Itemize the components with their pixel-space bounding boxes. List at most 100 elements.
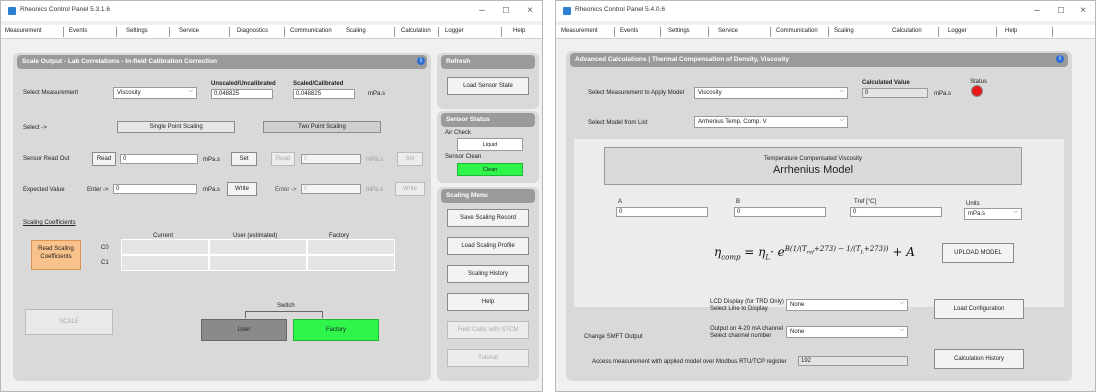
menu-settings[interactable]: Settings	[126, 28, 148, 34]
readout-input[interactable]: 0	[120, 154, 198, 164]
title-bar[interactable]: Rheonics Control Panel 5.4.0.6 – ☐ ×	[556, 1, 1095, 21]
scaled-value: 0.048825	[293, 89, 355, 99]
field-calib-button[interactable]: Field Calib. with STCM	[447, 321, 529, 339]
tutorial-button[interactable]: Tutorial	[447, 349, 529, 367]
chevron-down-icon: ⌵	[1013, 209, 1018, 215]
model-area: Temperature Compensated Viscosity Arrhen…	[574, 139, 1064, 307]
c0-factory	[307, 239, 395, 255]
save-scaling-record-button[interactable]: Save Scaling Record	[447, 209, 529, 227]
app-icon	[8, 7, 16, 15]
minimize-icon[interactable]: –	[471, 4, 493, 18]
write-button-2[interactable]: Write	[395, 182, 425, 196]
menu-calculation[interactable]: Calculation	[892, 28, 922, 34]
air-check-label: Air Check	[445, 130, 472, 136]
menu-diagnostics[interactable]: Diagnostics	[237, 28, 268, 34]
read-button-2[interactable]: Read	[271, 152, 295, 166]
tref-input[interactable]: 0	[850, 207, 942, 217]
menu-help[interactable]: Help	[513, 28, 525, 34]
output-select[interactable]: None ⌵	[786, 326, 908, 338]
menu-help[interactable]: Help	[1005, 28, 1017, 34]
menu-logger[interactable]: Logger	[445, 28, 464, 34]
menu-service[interactable]: Service	[179, 28, 199, 34]
a-input[interactable]: 0	[616, 207, 708, 217]
window-title: Rheonics Control Panel 5.4.0.6	[575, 6, 665, 13]
load-configuration-button[interactable]: Load Configuration	[934, 299, 1024, 319]
lcd-select-value: None	[790, 302, 805, 308]
menu-communication[interactable]: Communication	[776, 28, 818, 34]
scaling-coefficients-title: Scaling Coefficients	[23, 220, 76, 226]
units-select[interactable]: mPa.s ⌵	[964, 208, 1022, 220]
a-label: A	[618, 199, 623, 205]
menu-measurement[interactable]: Measurement	[5, 28, 42, 34]
help-button[interactable]: Help	[447, 293, 529, 311]
change-output-label: Change SMFT Output	[584, 334, 643, 340]
switch-bracket	[245, 311, 323, 318]
tref-label: Tref [°C]	[854, 199, 877, 205]
menu-bar: Measurement Events Settings Service Diag…	[1, 25, 542, 39]
close-icon[interactable]: ×	[1072, 4, 1094, 18]
lcd-label-1: LCD Display (for TRD Only)	[710, 299, 784, 305]
info-icon[interactable]: i	[417, 57, 425, 65]
menu-scaling[interactable]: Scaling	[346, 28, 366, 34]
model-select[interactable]: Arrhenius Temp. Comp. V ⌵	[694, 116, 848, 128]
menu-communication[interactable]: Communication	[290, 28, 332, 34]
user-switch-button[interactable]: User	[201, 319, 287, 341]
upload-model-button[interactable]: UPLOAD MODEL	[942, 243, 1014, 263]
close-icon[interactable]: ×	[519, 4, 541, 18]
unscaled-label: Unscaled/Uncalibrated	[211, 81, 276, 87]
two-point-scaling-button[interactable]: Two Point Scaling	[263, 121, 381, 133]
maximize-icon[interactable]: ☐	[495, 4, 517, 18]
load-sensor-state-button[interactable]: Load Sensor State	[447, 77, 529, 95]
measurement-select[interactable]: Viscosity ⌵	[694, 87, 848, 99]
panel-header: Advanced Calculations | Thermal Compensa…	[570, 53, 1068, 67]
load-scaling-profile-button[interactable]: Load Scaling Profile	[447, 237, 529, 255]
panel-header: Scale Output - Lab Correlations - In-fie…	[17, 55, 427, 69]
unit-label: mPa.s	[366, 157, 384, 163]
unit-label: mPa.s	[366, 187, 384, 193]
calculation-history-button[interactable]: Calculation History	[934, 349, 1024, 369]
b-label: B	[736, 199, 741, 205]
window-title: Rheonics Control Panel 5.3.1.6	[20, 6, 110, 13]
info-icon[interactable]: i	[1056, 55, 1064, 63]
c1-label: C1	[101, 260, 109, 266]
single-point-scaling-button[interactable]: Single Point Scaling	[117, 121, 235, 133]
status-led	[972, 86, 982, 96]
units-select-value: mPa.s	[968, 211, 986, 217]
minimize-icon[interactable]: –	[1026, 4, 1048, 18]
output-select-value: None	[790, 329, 805, 335]
menu-scaling[interactable]: Scaling	[834, 28, 854, 34]
write-button[interactable]: Write	[227, 182, 257, 196]
maximize-icon[interactable]: ☐	[1050, 4, 1072, 18]
scaling-history-button[interactable]: Scaling History	[447, 265, 529, 283]
b-input[interactable]: 0	[734, 207, 826, 217]
menu-calculation[interactable]: Calculation	[401, 28, 431, 34]
menu-settings[interactable]: Settings	[668, 28, 690, 34]
output-label-2: Select channel number	[710, 333, 772, 339]
factory-switch-button[interactable]: Factory	[293, 319, 379, 341]
menu-events[interactable]: Events	[620, 28, 638, 34]
sensor-status-header: Sensor Status	[441, 113, 535, 127]
scale-button[interactable]: SCALE	[25, 309, 113, 335]
status-label: Status	[970, 79, 988, 85]
expected-input[interactable]: 0	[113, 184, 197, 194]
menu-measurement[interactable]: Measurement	[561, 28, 598, 34]
menu-service[interactable]: Service	[718, 28, 738, 34]
model-list-label: Select Model from List	[588, 120, 648, 126]
set-button[interactable]: Set	[231, 152, 257, 166]
readout-input-2[interactable]: 0	[301, 154, 361, 164]
lcd-label-2: Select Line to Display	[710, 306, 768, 312]
measurement-select[interactable]: Viscosity ⌵	[113, 87, 197, 99]
set-button-2[interactable]: Set	[397, 152, 423, 166]
app-icon	[563, 7, 571, 15]
read-button[interactable]: Read	[92, 152, 116, 166]
menu-logger[interactable]: Logger	[948, 28, 967, 34]
calculated-value-label: Calculated Value	[862, 80, 910, 86]
lcd-select[interactable]: None ⌵	[786, 299, 908, 311]
read-coefficients-button[interactable]: Read Scaling Coefficients	[31, 240, 81, 270]
expected-input-2[interactable]: 0	[301, 184, 361, 194]
unscaled-value: 0.048825	[211, 89, 273, 99]
c1-factory	[307, 255, 395, 271]
title-bar[interactable]: Rheonics Control Panel 5.3.1.6 – ☐ ×	[1, 1, 542, 21]
modbus-label: Access measurement with applied model ov…	[592, 359, 787, 365]
menu-events[interactable]: Events	[69, 28, 87, 34]
